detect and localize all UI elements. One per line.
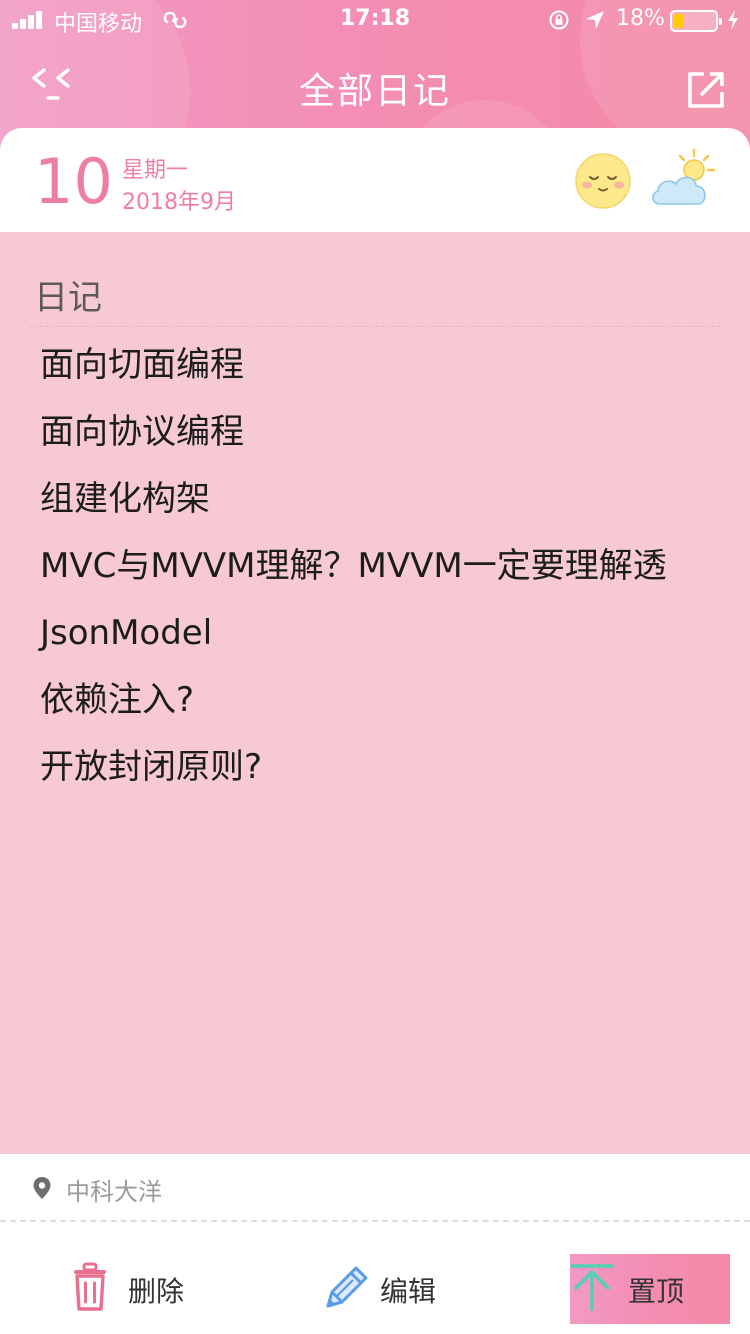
diary-line: 组建化构架 xyxy=(40,479,210,519)
pin-to-top-button[interactable]: 置顶 xyxy=(570,1254,730,1324)
diary-line: 面向切面编程 xyxy=(40,345,244,385)
diary-line: 依赖注入? xyxy=(40,680,195,720)
edit-button[interactable]: 编辑 xyxy=(322,1254,482,1324)
rotation-lock-icon xyxy=(549,10,569,30)
location-arrow-icon xyxy=(586,11,604,29)
nav-bar: 全部日记 xyxy=(0,40,750,130)
content-face-icon[interactable] xyxy=(574,152,632,210)
partly-cloudy-icon[interactable] xyxy=(650,148,716,210)
battery-level-fill xyxy=(674,14,684,28)
diary-line: 开放封闭原则? xyxy=(40,747,263,787)
status-bar: 中国移动 17:18 18% xyxy=(0,0,750,40)
page-title: 全部日记 xyxy=(298,71,451,112)
location-text: 中科大洋 xyxy=(66,1178,162,1206)
location-row[interactable]: 中科大洋 xyxy=(0,1154,750,1220)
charging-bolt-icon xyxy=(728,10,738,30)
delete-button[interactable]: 删除 xyxy=(70,1254,230,1324)
trash-icon xyxy=(74,1262,106,1311)
section-label: 日记 xyxy=(34,278,102,318)
entry-month: 2018年9月 xyxy=(122,190,236,215)
divider xyxy=(30,326,720,327)
share-external-icon[interactable] xyxy=(684,68,728,112)
pencil-icon xyxy=(326,1266,368,1308)
delete-label: 删除 xyxy=(128,1275,185,1308)
diary-text[interactable]: 面向切面编程 面向协议编程 组建化构架 MVC与MVVM理解？MVVM一定要理解… xyxy=(40,332,720,801)
location-pin-icon xyxy=(33,1177,51,1199)
pin-to-top-icon xyxy=(570,1264,614,1311)
edit-label: 编辑 xyxy=(380,1275,437,1308)
diary-line: JsonModel xyxy=(40,613,213,653)
entry-date-card: 10 星期一 2018年9月 xyxy=(0,128,750,232)
diary-line: 面向协议编程 xyxy=(40,412,244,452)
entry-day: 10 xyxy=(34,145,113,218)
divider xyxy=(0,1220,750,1222)
pin-to-top-label: 置顶 xyxy=(628,1275,685,1308)
diary-content: 日记 面向切面编程 面向协议编程 组建化构架 MVC与MVVM理解？MVVM一定… xyxy=(0,232,750,1154)
footer: 中科大洋 删除 编辑 置顶 xyxy=(0,1154,750,1334)
diary-line: MVC与MVVM理解？MVVM一定要理解透 xyxy=(40,546,667,586)
action-bar: 删除 编辑 置顶 xyxy=(0,1254,750,1324)
entry-weekday: 星期一 xyxy=(122,158,189,183)
battery-icon xyxy=(670,10,722,32)
battery-percent: 18% xyxy=(616,6,665,31)
